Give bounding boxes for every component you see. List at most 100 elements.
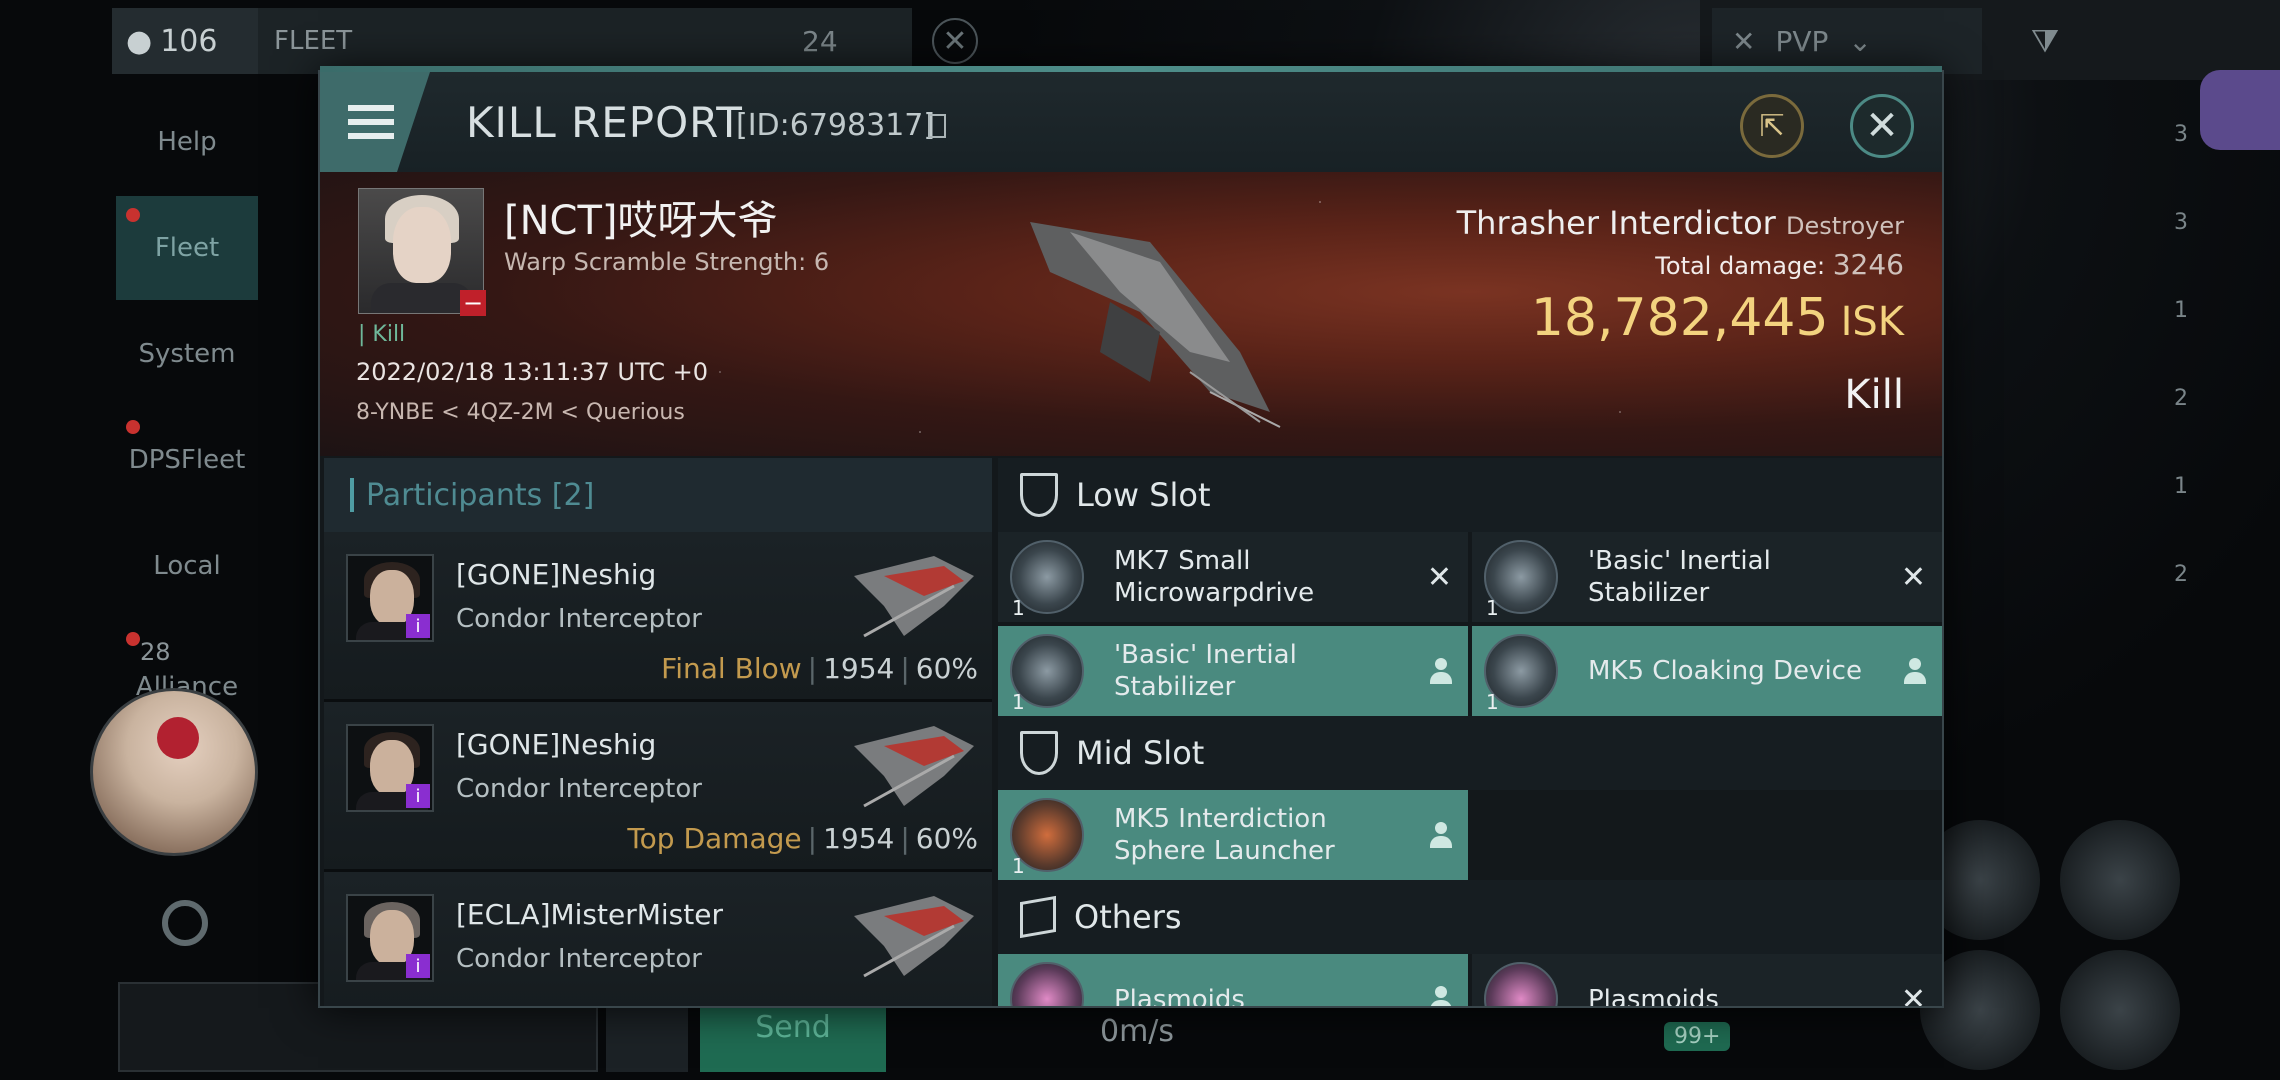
participant-ship: Condor Interceptor: [456, 944, 702, 974]
destroyed-x-icon: ✕: [1900, 559, 1926, 595]
count-badge: 99+: [1664, 1022, 1731, 1051]
kill-report-modal: KILL REPORT [ID:6798317] ⇱ ✕ − [NCT]哎呀大爷…: [318, 66, 1944, 1008]
participant-name: [GONE]Neshig: [456, 728, 657, 761]
participant-row[interactable]: i [GONE]Neshig Condor Interceptor Top Da…: [324, 702, 992, 872]
victim-name[interactable]: [NCT]哎呀大爷: [504, 188, 778, 246]
participant-row[interactable]: i [GONE]Neshig Condor Interceptor Final …: [324, 532, 992, 702]
inbox-count[interactable]: 24: [802, 25, 838, 58]
destroyed-x-icon: ✕: [1426, 559, 1452, 595]
chat-topbar: ● 106 FLEET 24 ✕: [112, 8, 978, 74]
shield-slot-icon: [1020, 731, 1058, 775]
participants-panel: Participants [2] i [GONE]Neshig Condor I…: [324, 458, 992, 1006]
victim-banner: − [NCT]哎呀大爷 Warp Scramble Strength: 6 | …: [320, 172, 1942, 456]
hamburger-menu-icon[interactable]: [320, 72, 430, 172]
condor-ship-icon: [854, 726, 974, 808]
cube-icon: [1020, 895, 1056, 939]
share-icon[interactable]: ⇱: [1740, 94, 1804, 158]
modal-title: KILL REPORT: [466, 98, 743, 147]
participant-ship: Condor Interceptor: [456, 774, 702, 804]
destroyed-x-icon: ✕: [1900, 981, 1926, 1007]
filter-icon[interactable]: ⧩: [2000, 8, 2090, 74]
crossed-swords-icon: ✕: [1732, 24, 1756, 58]
chat-channel-sidebar: Help Fleet System DPSFleet Local 28 Allia…: [116, 90, 258, 726]
kill-result: Kill: [1844, 372, 1904, 418]
module-item[interactable]: 1 MK5 Cloaking Device: [1472, 626, 1942, 716]
notification-dot: [126, 420, 140, 434]
participant-row[interactable]: i [ECLA]MisterMister Condor Interceptor: [324, 872, 992, 1006]
overview-count[interactable]: 1: [2078, 442, 2198, 530]
module-item[interactable]: 1 MK7 Small Microwarpdrive ✕: [998, 532, 1468, 622]
mid-slot-grid: 1 MK5 Interdiction Sphere Launcher: [998, 790, 1942, 880]
modal-header: KILL REPORT [ID:6798317] ⇱ ✕: [320, 72, 1942, 172]
shield-slot-icon: [1020, 473, 1058, 517]
others-grid: Plasmoids Plasmoids ✕: [998, 954, 1942, 1006]
hostile-badge-icon: −: [460, 290, 486, 316]
module-item[interactable]: 1 MK5 Interdiction Sphere Launcher: [998, 790, 1468, 880]
kill-location[interactable]: 8-YNBE < 4QZ-2M < Querious: [356, 400, 685, 425]
module-item[interactable]: 1 'Basic' Inertial Stabilizer ✕: [1472, 532, 1942, 622]
channel-dpsfleet[interactable]: DPSFleet: [116, 408, 258, 512]
speed-readout: 0m/s: [1100, 1014, 1175, 1049]
corp-badge-icon: i: [406, 784, 430, 808]
participant-ship: Condor Interceptor: [456, 604, 702, 634]
overview-column: 3 3 1 2 1 2: [2078, 90, 2198, 650]
fitting-panel: Low Slot 1 MK7 Small Microwarpdrive ✕ 1 'Ba…: [998, 458, 1942, 1006]
notification-dot: [126, 208, 140, 222]
scramble-strength: Warp Scramble Strength: 6: [504, 248, 830, 276]
window-switch-button[interactable]: [2200, 70, 2280, 150]
close-icon[interactable]: ✕: [1850, 94, 1914, 158]
fleet-channel-label: FLEET: [274, 26, 353, 56]
dropped-person-icon: [1904, 658, 1926, 684]
overview-count[interactable]: 3: [2078, 90, 2198, 178]
channel-local[interactable]: Local: [116, 514, 258, 618]
participant-portrait: i: [346, 554, 434, 642]
corp-badge-icon: i: [406, 614, 430, 638]
participants-header: Participants [2]: [324, 458, 992, 532]
victim-ship-icon: [1030, 222, 1281, 428]
floating-avatar[interactable]: [90, 688, 258, 856]
participant-stats: Final Blow | 1954 | 60%: [661, 652, 978, 685]
cargo-item[interactable]: Plasmoids ✕: [1472, 954, 1942, 1006]
channel-system[interactable]: System: [116, 302, 258, 406]
overview-count[interactable]: 2: [2078, 354, 2198, 442]
participant-name: [GONE]Neshig: [456, 558, 657, 591]
cargo-item[interactable]: Plasmoids: [998, 954, 1468, 1006]
notification-dot: [126, 632, 140, 646]
low-slot-header: Low Slot: [998, 458, 1942, 532]
condor-ship-icon: [854, 896, 974, 978]
overview-count[interactable]: 1: [2078, 266, 2198, 354]
module-button[interactable]: [2060, 950, 2180, 1070]
kill-tag: | Kill: [358, 322, 406, 347]
channel-help[interactable]: Help: [116, 90, 258, 194]
total-damage: Total damage: 3246: [1655, 248, 1904, 281]
mid-slot-header: Mid Slot: [998, 716, 1942, 790]
chevron-down-icon: ⌄: [1848, 24, 1872, 58]
participant-portrait: i: [346, 894, 434, 982]
condor-ship-icon: [854, 556, 974, 638]
overview-count[interactable]: 2: [2078, 530, 2198, 618]
others-header: Others: [998, 880, 1942, 954]
plasmoid-icon: [1484, 962, 1558, 1006]
overview-count[interactable]: 3: [2078, 178, 2198, 266]
participant-stats: Top Damage | 1954 | 60%: [627, 822, 978, 855]
isk-value: 18,782,445 ISK: [1530, 288, 1904, 348]
pvp-dropdown[interactable]: ✕ PVP ⌄: [1712, 8, 1982, 74]
settings-gear-icon[interactable]: [162, 900, 208, 946]
dropped-person-icon: [1430, 822, 1452, 848]
corp-badge-icon: i: [406, 954, 430, 978]
low-slot-grid: 1 MK7 Small Microwarpdrive ✕ 1 'Basic' Iner…: [998, 532, 1942, 716]
chat-close-icon[interactable]: ✕: [932, 18, 978, 64]
participant-name: [ECLA]MisterMister: [456, 898, 723, 931]
module-item[interactable]: 1 'Basic' Inertial Stabilizer: [998, 626, 1468, 716]
report-id: [ID:6798317]: [736, 108, 936, 143]
plasmoid-icon: [1010, 962, 1084, 1006]
module-button[interactable]: [2060, 820, 2180, 940]
member-count[interactable]: ● 106: [112, 8, 258, 74]
copy-icon[interactable]: [928, 114, 946, 138]
kill-timestamp: 2022/02/18 13:11:37 UTC +0: [356, 358, 708, 386]
dropped-person-icon: [1430, 658, 1452, 684]
participant-portrait: i: [346, 724, 434, 812]
ship-name[interactable]: Thrasher Interdictor Destroyer: [1457, 204, 1904, 242]
person-icon: ●: [126, 23, 153, 59]
channel-fleet[interactable]: Fleet: [116, 196, 258, 300]
